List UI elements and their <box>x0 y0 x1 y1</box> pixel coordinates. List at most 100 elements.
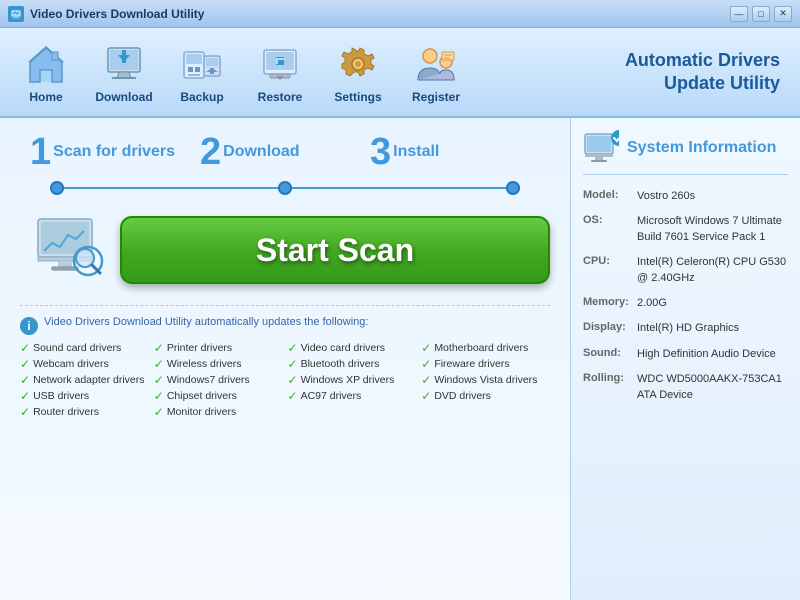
step-2-label: Download <box>223 143 299 161</box>
step-1: 1 Scan for drivers <box>30 133 200 171</box>
brand-text: Automatic Drivers Update Utility <box>625 49 790 96</box>
step-3-number: 3 <box>370 133 391 171</box>
register-label: Register <box>412 90 460 104</box>
check-icon: ✓ <box>154 405 164 419</box>
driver-item: ✓Windows Vista drivers <box>421 373 550 387</box>
check-icon: ✓ <box>154 389 164 403</box>
driver-item: ✓Motherboard drivers <box>421 341 550 355</box>
title-bar: Video Drivers Download Utility — □ ✕ <box>0 0 800 28</box>
download-label: Download <box>95 90 152 104</box>
sys-info-value: High Definition Audio Device <box>637 347 776 362</box>
window-controls: — □ ✕ <box>730 6 792 22</box>
sys-info-row: CPU:Intel(R) Celeron(R) CPU G530 @ 2.40G… <box>583 255 788 286</box>
check-icon: ✓ <box>20 341 30 355</box>
progress-segment-1 <box>64 187 278 189</box>
backup-label: Backup <box>180 90 223 104</box>
sys-info-value: WDC WD5000AAKX-753CA1 ATA Device <box>637 372 788 403</box>
app-icon <box>8 6 24 22</box>
check-icon: ✓ <box>421 389 431 403</box>
close-button[interactable]: ✕ <box>774 6 792 22</box>
driver-item: ✓Network adapter drivers <box>20 373 149 387</box>
driver-item: ✓Chipset drivers <box>154 389 283 403</box>
driver-item: ✓Wireless drivers <box>154 357 283 371</box>
driver-item <box>421 405 550 419</box>
register-icon <box>412 40 460 88</box>
check-icon: ✓ <box>154 357 164 371</box>
driver-item: ✓Bluetooth drivers <box>288 357 417 371</box>
home-icon <box>22 40 70 88</box>
toolbar-items: Home Download <box>10 35 625 109</box>
sys-info-key: Rolling: <box>583 372 631 403</box>
check-icon: ✓ <box>20 405 30 419</box>
toolbar-register[interactable]: Register <box>400 35 472 109</box>
driver-item: ✓Sound card drivers <box>20 341 149 355</box>
scan-computer-icon <box>20 210 120 290</box>
step-3: 3 Install <box>370 133 540 171</box>
home-label: Home <box>29 90 62 104</box>
driver-item <box>288 405 417 419</box>
sys-info-value: Vostro 260s <box>637 189 695 204</box>
settings-icon <box>334 40 382 88</box>
driver-item: ✓Windows7 drivers <box>154 373 283 387</box>
start-scan-button[interactable]: Start Scan <box>120 216 550 284</box>
system-info-icon <box>583 130 619 166</box>
driver-item: ✓Webcam drivers <box>20 357 149 371</box>
steps-row: 1 Scan for drivers 2 Download 3 Install <box>20 133 550 171</box>
check-icon: ✓ <box>20 373 30 387</box>
driver-item: ✓Monitor drivers <box>154 405 283 419</box>
driver-item: ✓Fireware drivers <box>421 357 550 371</box>
step-3-label: Install <box>393 143 439 161</box>
driver-item: ✓AC97 drivers <box>288 389 417 403</box>
sys-info-row: Display: Intel(R) HD Graphics <box>583 321 788 336</box>
sys-info-value: Intel(R) HD Graphics <box>637 321 739 336</box>
sys-info-key: Sound: <box>583 347 631 362</box>
minimize-button[interactable]: — <box>730 6 748 22</box>
check-icon: ✓ <box>154 341 164 355</box>
sys-info-title: System Information <box>627 139 776 157</box>
progress-dot-1 <box>50 181 64 195</box>
check-icon: ✓ <box>20 389 30 403</box>
step-1-label: Scan for drivers <box>53 143 175 161</box>
toolbar-settings[interactable]: Settings <box>322 35 394 109</box>
step-1-number: 1 <box>30 133 51 171</box>
check-icon: ✓ <box>288 389 298 403</box>
scan-button-text: Start Scan <box>256 232 414 269</box>
progress-dot-2 <box>278 181 292 195</box>
info-text: Video Drivers Download Utility automatic… <box>44 316 368 328</box>
main-content: 1 Scan for drivers 2 Download 3 Install <box>0 118 800 600</box>
sys-info-header: System Information <box>583 130 788 175</box>
check-icon: ✓ <box>154 373 164 387</box>
sys-info-rows: Model:Vostro 260sOS:Microsoft Windows 7 … <box>583 189 788 403</box>
sys-info-row: Memory: 2.00G <box>583 296 788 311</box>
drivers-grid: ✓Sound card drivers ✓Printer drivers ✓Vide… <box>20 341 550 419</box>
sys-info-row: Model:Vostro 260s <box>583 189 788 204</box>
restore-icon <box>256 40 304 88</box>
restore-button[interactable]: □ <box>752 6 770 22</box>
info-icon: i <box>20 317 38 335</box>
right-panel: System Information Model:Vostro 260sOS:M… <box>570 118 800 600</box>
driver-item: ✓Windows XP drivers <box>288 373 417 387</box>
check-icon: ✓ <box>288 357 298 371</box>
check-icon: ✓ <box>288 341 298 355</box>
scan-area: Start Scan <box>20 210 550 290</box>
info-row: i Video Drivers Download Utility automat… <box>20 316 550 335</box>
check-icon: ✓ <box>421 373 431 387</box>
progress-dot-3 <box>506 181 520 195</box>
sys-info-key: CPU: <box>583 255 631 286</box>
sys-info-row: Rolling:WDC WD5000AAKX-753CA1 ATA Device <box>583 372 788 403</box>
sys-info-value: Microsoft Windows 7 Ultimate Build 7601 … <box>637 214 788 245</box>
check-icon: ✓ <box>421 357 431 371</box>
sys-info-key: Memory: <box>583 296 631 311</box>
toolbar-restore[interactable]: Restore <box>244 35 316 109</box>
window-title: Video Drivers Download Utility <box>30 7 730 21</box>
sys-info-key: Display: <box>583 321 631 336</box>
step-2-number: 2 <box>200 133 221 171</box>
driver-item: ✓Video card drivers <box>288 341 417 355</box>
toolbar-home[interactable]: Home <box>10 35 82 109</box>
check-icon: ✓ <box>288 373 298 387</box>
toolbar-backup[interactable]: Backup <box>166 35 238 109</box>
sys-info-value: 2.00G <box>637 296 667 311</box>
driver-item: ✓USB drivers <box>20 389 149 403</box>
driver-item: ✓Printer drivers <box>154 341 283 355</box>
toolbar-download[interactable]: Download <box>88 35 160 109</box>
